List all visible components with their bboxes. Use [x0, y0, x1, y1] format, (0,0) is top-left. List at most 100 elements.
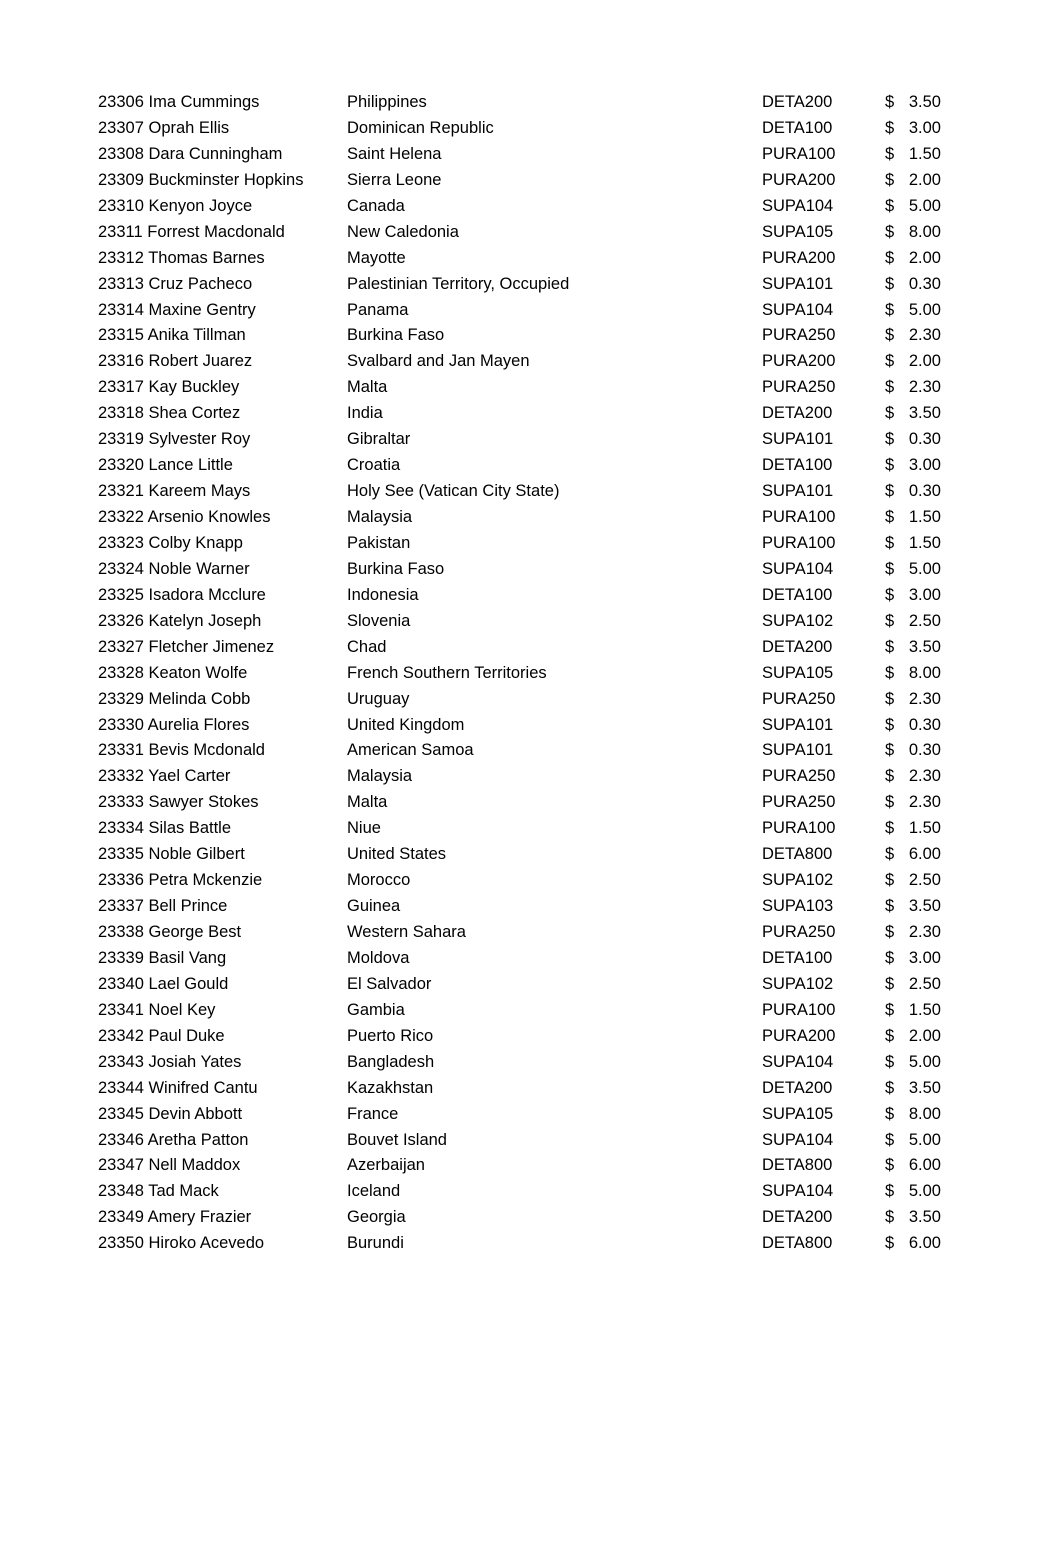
- country-cell: Morocco: [347, 871, 411, 890]
- currency-symbol-cell: $: [885, 1208, 895, 1227]
- currency-symbol-cell: $: [885, 1156, 895, 1175]
- product-code-cell: SUPA101: [762, 274, 834, 293]
- table-row: 23306 Ima Cummings Philippines DETA200 $…: [0, 90, 1062, 116]
- table-row: 23340 Lael Gould El Salvador SUPA102 $ 2…: [0, 972, 1062, 998]
- price-cell: 3.00: [908, 118, 941, 137]
- customer-name: Melinda Cobb: [148, 689, 251, 708]
- price-cell: 3.00: [908, 948, 941, 967]
- customer-id-name-cell: 23334 Silas Battle: [98, 816, 231, 842]
- customer-name: Petra Mckenzie: [148, 871, 263, 890]
- customer-name: Hiroko Acevedo: [148, 1234, 265, 1253]
- currency-symbol-cell: $: [885, 559, 895, 578]
- currency-symbol-cell: $: [885, 508, 895, 526]
- price-cell: 5.00: [908, 1052, 941, 1071]
- price-cell: 8.00: [908, 663, 941, 682]
- product-code-cell: PURA250: [762, 689, 836, 708]
- customer-id: 23336: [98, 871, 144, 890]
- customer-name: Winifred Cantu: [148, 1078, 258, 1097]
- country-cell: Canada: [347, 196, 405, 215]
- currency-symbol-cell: $: [885, 793, 895, 812]
- product-code-cell: SUPA105: [762, 1104, 834, 1123]
- currency-symbol-cell: $: [885, 871, 895, 890]
- customer-name: Cruz Pacheco: [148, 274, 253, 293]
- country-cell: Puerto Rico: [347, 1026, 434, 1045]
- customer-id: 23335: [98, 845, 144, 864]
- customer-name: Paul Duke: [148, 1026, 225, 1045]
- customer-id: 23306: [98, 93, 144, 111]
- product-code-cell: SUPA104: [762, 196, 834, 215]
- product-code-cell: DETA100: [762, 585, 833, 604]
- currency-symbol-cell: $: [885, 923, 895, 941]
- currency-symbol-cell: $: [885, 715, 895, 734]
- table-row: 23331 Bevis Mcdonald American Samoa SUPA…: [0, 738, 1062, 764]
- price-cell: 8.00: [908, 1104, 941, 1123]
- customer-name: Aurelia Flores: [147, 715, 250, 734]
- country-cell: Pakistan: [347, 533, 411, 552]
- country-cell: Moldova: [347, 948, 410, 967]
- currency-symbol-cell: $: [885, 404, 895, 423]
- customer-id-name-cell: 23346 Aretha Patton: [98, 1128, 248, 1154]
- country-cell: Azerbaijan: [347, 1156, 425, 1175]
- product-code-cell: PURA200: [762, 1026, 836, 1045]
- currency-symbol-cell: $: [885, 1000, 895, 1019]
- customer-name: Arsenio Knowles: [147, 508, 271, 526]
- table-row: 23307 Oprah Ellis Dominican Republic DET…: [0, 116, 1062, 142]
- country-cell: Slovenia: [347, 611, 411, 630]
- country-cell: Saint Helena: [347, 144, 442, 163]
- price-cell: 0.30: [908, 274, 941, 293]
- customer-name: Katelyn Joseph: [148, 611, 262, 630]
- price-cell: 2.30: [908, 326, 941, 345]
- product-code-cell: PURA200: [762, 170, 836, 189]
- customer-id-name-cell: 23306 Ima Cummings: [98, 90, 259, 116]
- customer-name: Lael Gould: [148, 974, 229, 993]
- country-cell: Guinea: [347, 897, 401, 916]
- currency-symbol-cell: $: [885, 352, 895, 371]
- country-cell: India: [347, 404, 383, 423]
- product-code-cell: PURA250: [762, 326, 836, 345]
- country-cell: Malta: [347, 793, 388, 812]
- currency-symbol-cell: $: [885, 222, 895, 241]
- price-cell: 2.00: [908, 352, 941, 371]
- table-row: 23322 Arsenio Knowles Malaysia PURA100 $…: [0, 505, 1062, 531]
- table-row: 23317 Kay Buckley Malta PURA250 $ 2.30: [0, 375, 1062, 401]
- price-cell: 1.50: [908, 1000, 941, 1019]
- customer-id: 23312: [98, 248, 144, 267]
- country-cell: American Samoa: [347, 741, 474, 760]
- customer-id: 23307: [98, 118, 144, 137]
- country-cell: Iceland: [347, 1182, 401, 1201]
- customer-name: Yael Carter: [148, 767, 231, 786]
- customer-id: 23328: [98, 663, 144, 682]
- customer-name: Oprah Ellis: [148, 118, 230, 137]
- country-cell: Georgia: [347, 1208, 406, 1227]
- price-cell: 5.00: [908, 300, 941, 319]
- customer-name: Colby Knapp: [148, 533, 243, 552]
- product-code-cell: SUPA101: [762, 715, 834, 734]
- customer-id: 23327: [98, 637, 144, 656]
- currency-symbol-cell: $: [885, 974, 895, 993]
- customer-id-name-cell: 23312 Thomas Barnes: [98, 246, 265, 272]
- table-row: 23338 George Best Western Sahara PURA250…: [0, 920, 1062, 946]
- product-code-cell: DETA100: [762, 118, 833, 137]
- currency-symbol-cell: $: [885, 274, 895, 293]
- customer-name: Keaton Wolfe: [148, 663, 248, 682]
- product-code-cell: PURA250: [762, 767, 836, 786]
- customer-id-name-cell: 23309 Buckminster Hopkins: [98, 168, 303, 194]
- country-cell: Mayotte: [347, 248, 406, 267]
- table-row: 23347 Nell Maddox Azerbaijan DETA800 $ 6…: [0, 1153, 1062, 1179]
- product-code-cell: SUPA102: [762, 974, 834, 993]
- customer-id-name-cell: 23314 Maxine Gentry: [98, 298, 256, 324]
- customer-id: 23334: [98, 819, 144, 838]
- customer-id-name-cell: 23324 Noble Warner: [98, 557, 250, 583]
- table-row: 23343 Josiah Yates Bangladesh SUPA104 $ …: [0, 1050, 1062, 1076]
- price-cell: 2.30: [908, 378, 941, 397]
- currency-symbol-cell: $: [885, 611, 895, 630]
- customer-name: Aretha Patton: [147, 1130, 249, 1149]
- customer-id-name-cell: 23323 Colby Knapp: [98, 531, 243, 557]
- customer-id: 23348: [98, 1182, 144, 1201]
- customer-name: Devin Abbott: [148, 1104, 243, 1123]
- customer-name: Bevis Mcdonald: [148, 741, 265, 760]
- customer-id: 23317: [98, 378, 144, 397]
- country-cell: Kazakhstan: [347, 1078, 434, 1097]
- customer-name: Robert Juarez: [148, 352, 253, 371]
- customer-name: Noel Key: [148, 1000, 216, 1019]
